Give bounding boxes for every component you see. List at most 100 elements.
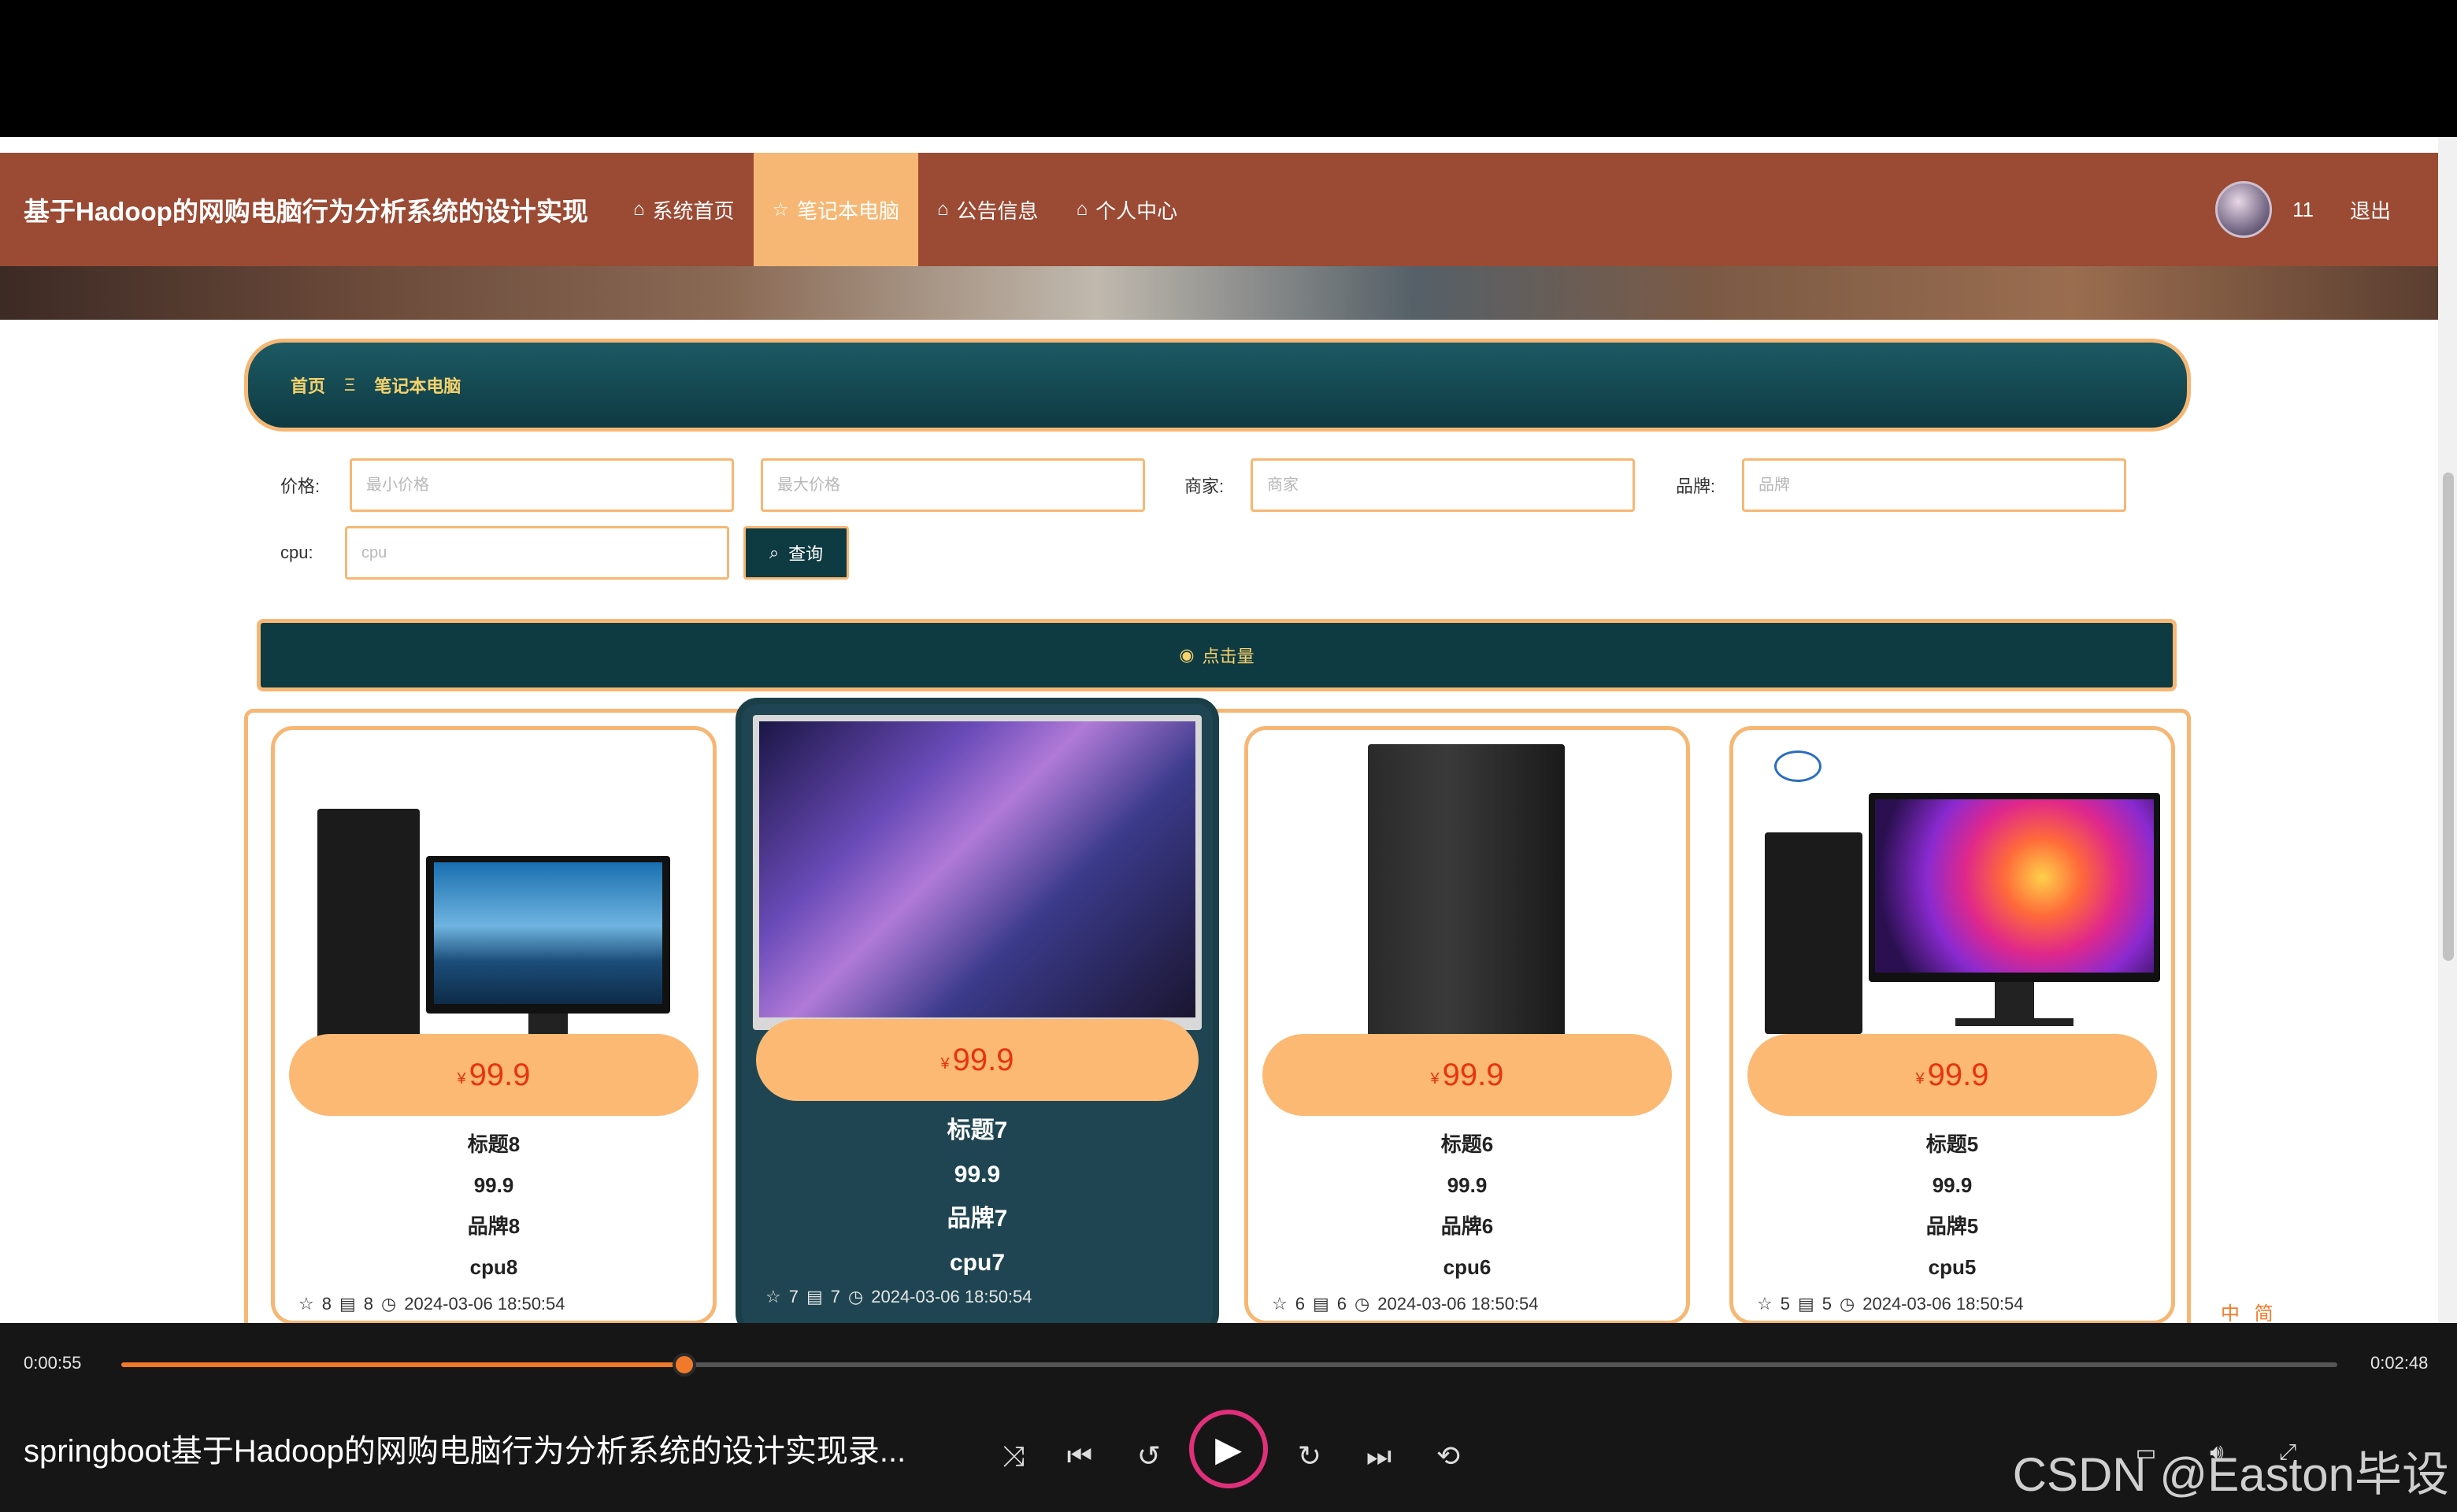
- product-meta: ☆ 5 ▤ 5 ◷ 2024-03-06 18:50:54: [1757, 1294, 2024, 1314]
- banner-image: [0, 266, 2438, 320]
- dell-logo-icon: [1774, 750, 1821, 782]
- price-value: 99.9: [952, 1042, 1014, 1077]
- currency-symbol: ¥: [940, 1054, 950, 1073]
- scrollbar-thumb[interactable]: [2443, 472, 2454, 961]
- merchant-label: 商家:: [1184, 476, 1225, 496]
- max-price-input[interactable]: [761, 458, 1145, 512]
- product-image: [753, 715, 1202, 1046]
- progress-knob[interactable]: [672, 1353, 696, 1377]
- shuffle-icon[interactable]: ⤨: [994, 1440, 1033, 1473]
- star-count: 7: [788, 1287, 799, 1306]
- comment-count: 8: [363, 1294, 374, 1314]
- loop-icon[interactable]: ⟲: [1429, 1440, 1468, 1473]
- product-date: 2024-03-06 18:50:54: [1377, 1294, 1539, 1314]
- cpu-input[interactable]: [345, 526, 729, 580]
- product-date: 2024-03-06 18:50:54: [871, 1287, 1032, 1306]
- product-card[interactable]: ¥ 99.9 标题7 99.9 品牌7 cpu7 ☆ 7 ▤ 7 ◷ 2024-03-…: [736, 698, 1219, 1323]
- home-icon: ⌂: [1076, 198, 1088, 220]
- star-icon: ☆: [1272, 1294, 1288, 1314]
- filter-row-1: 价格: 商家: 品牌:: [280, 458, 2126, 512]
- comment-count: 7: [830, 1287, 841, 1306]
- site-title: 基于Hadoop的网购电脑行为分析系统的设计实现: [24, 197, 588, 226]
- nav-item-home[interactable]: ⌂ 系统首页: [614, 153, 754, 266]
- merchant-input[interactable]: [1251, 458, 1635, 512]
- progress-track[interactable]: [121, 1353, 2337, 1377]
- eye-icon: ◉: [1179, 645, 1195, 665]
- star-icon: ☆: [772, 198, 790, 220]
- star-icon: ☆: [298, 1294, 314, 1314]
- home-icon: ⌂: [633, 198, 645, 220]
- clock-icon: ◷: [381, 1294, 397, 1314]
- product-meta: ☆ 8 ▤ 8 ◷ 2024-03-06 18:50:54: [298, 1294, 565, 1314]
- ime-toolbar[interactable]: 中 简: [2221, 1298, 2278, 1325]
- product-brand: 品牌8: [467, 1214, 521, 1238]
- price-pill: ¥ 99.9: [289, 1034, 699, 1116]
- search-button-label: 查询: [788, 544, 824, 564]
- price-value: 99.9: [1927, 1057, 1989, 1092]
- price-pill: ¥ 99.9: [1747, 1034, 2157, 1116]
- product-card[interactable]: ¥ 99.9 标题5 99.9 品牌5 cpu5 ☆ 5 ▤ 5 ◷ 2024-03-…: [1729, 726, 2175, 1323]
- product-cpu: cpu5: [1928, 1255, 1977, 1279]
- product-title: 标题7: [947, 1117, 1008, 1143]
- nav-item-label: 笔记本电脑: [797, 198, 900, 223]
- product-title: 标题5: [1925, 1132, 1979, 1156]
- next-icon[interactable]: ⏭: [1359, 1440, 1399, 1473]
- play-button[interactable]: ▶: [1189, 1410, 1268, 1488]
- product-title: 标题6: [1440, 1132, 1494, 1156]
- previous-icon[interactable]: ⏮: [1060, 1440, 1099, 1473]
- video-title: springboot基于Hadoop的网购电脑行为分析系统的设计实现录...: [24, 1434, 906, 1469]
- forward-30-icon[interactable]: ↻: [1290, 1440, 1329, 1473]
- sort-by-clicks-button[interactable]: ◉ 点击量: [257, 619, 2177, 691]
- product-card[interactable]: ¥ 99.9 标题6 99.9 品牌6 cpu6 ☆ 6 ▤ 6 ◷ 2024-03-…: [1244, 726, 1690, 1323]
- rewind-10-icon[interactable]: ↺: [1129, 1440, 1169, 1473]
- star-count: 5: [1780, 1294, 1790, 1314]
- product-cpu: cpu7: [949, 1250, 1006, 1276]
- product-date: 2024-03-06 18:50:54: [1862, 1294, 2024, 1314]
- breadcrumb-current: 笔记本电脑: [374, 376, 461, 396]
- product-title: 标题8: [467, 1132, 521, 1156]
- product-price-text: 99.9: [1447, 1173, 1488, 1197]
- page-scrollbar[interactable]: [2438, 137, 2457, 1323]
- nav-item-profile[interactable]: ⌂ 个人中心: [1058, 153, 1197, 266]
- breadcrumb-separator: Ξ: [344, 375, 356, 395]
- nav-item-notices[interactable]: ⌂ 公告信息: [918, 153, 1058, 266]
- product-date: 2024-03-06 18:50:54: [404, 1294, 565, 1314]
- username: 11: [2292, 197, 2314, 221]
- price-pill: ¥ 99.9: [756, 1019, 1199, 1101]
- web-page: 基于Hadoop的网购电脑行为分析系统的设计实现 ⌂ 系统首页 ☆ 笔记本电脑 …: [0, 137, 2438, 1323]
- product-cpu: cpu8: [469, 1255, 518, 1279]
- product-price-text: 99.9: [1932, 1173, 1973, 1197]
- brand-input[interactable]: [1742, 458, 2126, 512]
- current-time: 0:00:55: [24, 1353, 82, 1373]
- comment-icon: ▤: [1797, 1294, 1814, 1314]
- comment-count: 6: [1336, 1294, 1347, 1314]
- comment-icon: ▤: [806, 1287, 823, 1306]
- sort-label: 点击量: [1202, 647, 1254, 666]
- breadcrumb: 首页 Ξ 笔记本电脑: [244, 339, 2191, 432]
- clock-icon: ◷: [848, 1287, 864, 1306]
- nav-item-laptops[interactable]: ☆ 笔记本电脑: [753, 153, 919, 266]
- clock-icon: ◷: [1354, 1294, 1370, 1314]
- product-meta: ☆ 6 ▤ 6 ◷ 2024-03-06 18:50:54: [1272, 1294, 1539, 1314]
- product-image: [292, 744, 695, 1054]
- min-price-input[interactable]: [350, 458, 734, 512]
- product-price-text: 99.9: [473, 1173, 514, 1197]
- star-icon: ☆: [1757, 1294, 1773, 1314]
- product-image: [1751, 744, 2160, 1054]
- product-brand: 品牌6: [1440, 1214, 1494, 1238]
- product-info: 标题5 99.9 品牌5 cpu5: [1733, 1124, 2171, 1288]
- top-navbar: 基于Hadoop的网购电脑行为分析系统的设计实现 ⌂ 系统首页 ☆ 笔记本电脑 …: [0, 153, 2438, 266]
- product-info: 标题6 99.9 品牌6 cpu6: [1248, 1124, 1686, 1288]
- logout-link[interactable]: 退出: [2350, 195, 2391, 224]
- price-label: 价格:: [280, 476, 321, 496]
- bag-icon: ⌂: [937, 198, 949, 220]
- product-card[interactable]: ¥ 99.9 标题8 99.9 品牌8 cpu8 ☆ 8 ▤ 8 ◷ 2024-03-…: [271, 726, 717, 1323]
- product-brand: 品牌7: [947, 1206, 1008, 1232]
- brand-label: 品牌:: [1676, 476, 1716, 496]
- avatar[interactable]: [2214, 181, 2272, 238]
- product-info: 标题8 99.9 品牌8 cpu8: [275, 1124, 713, 1288]
- product-cpu: cpu6: [1443, 1255, 1492, 1279]
- breadcrumb-home[interactable]: 首页: [291, 372, 325, 398]
- search-button[interactable]: ⌕ 查询: [743, 526, 849, 580]
- currency-symbol: ¥: [457, 1069, 466, 1088]
